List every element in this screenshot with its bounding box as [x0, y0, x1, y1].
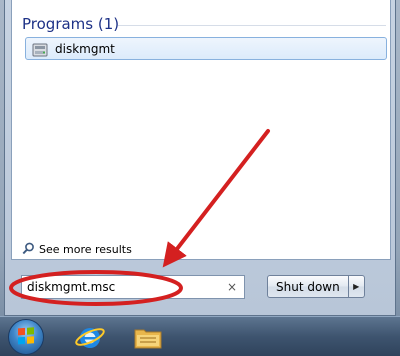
disk-management-icon [32, 42, 48, 56]
see-more-results-link[interactable]: See more results [22, 240, 132, 259]
file-explorer-icon[interactable] [132, 321, 164, 353]
shutdown-options-arrow-icon[interactable]: ▶ [348, 275, 365, 298]
search-results-panel: Programs (1) diskmgmt See more results [11, 0, 391, 260]
desktop-screen: Programs (1) diskmgmt See more results d… [0, 0, 400, 356]
shutdown-button[interactable]: Shut down [267, 275, 349, 298]
shutdown-group: Shut down ▶ [267, 275, 365, 298]
section-divider [118, 25, 386, 26]
search-icon [22, 240, 35, 259]
see-more-results-label: See more results [39, 243, 132, 256]
result-item-diskmgmt[interactable]: diskmgmt [25, 37, 387, 60]
windows-start-orb-icon[interactable] [8, 319, 44, 355]
taskbar [0, 316, 400, 356]
search-box[interactable]: × [21, 275, 245, 299]
result-item-label: diskmgmt [55, 41, 115, 56]
search-input[interactable] [27, 280, 222, 294]
clear-icon[interactable]: × [227, 280, 237, 294]
programs-section-header: Programs (1) [22, 15, 120, 33]
internet-explorer-icon[interactable] [74, 321, 106, 353]
start-menu: Programs (1) diskmgmt See more results d… [4, 0, 396, 316]
